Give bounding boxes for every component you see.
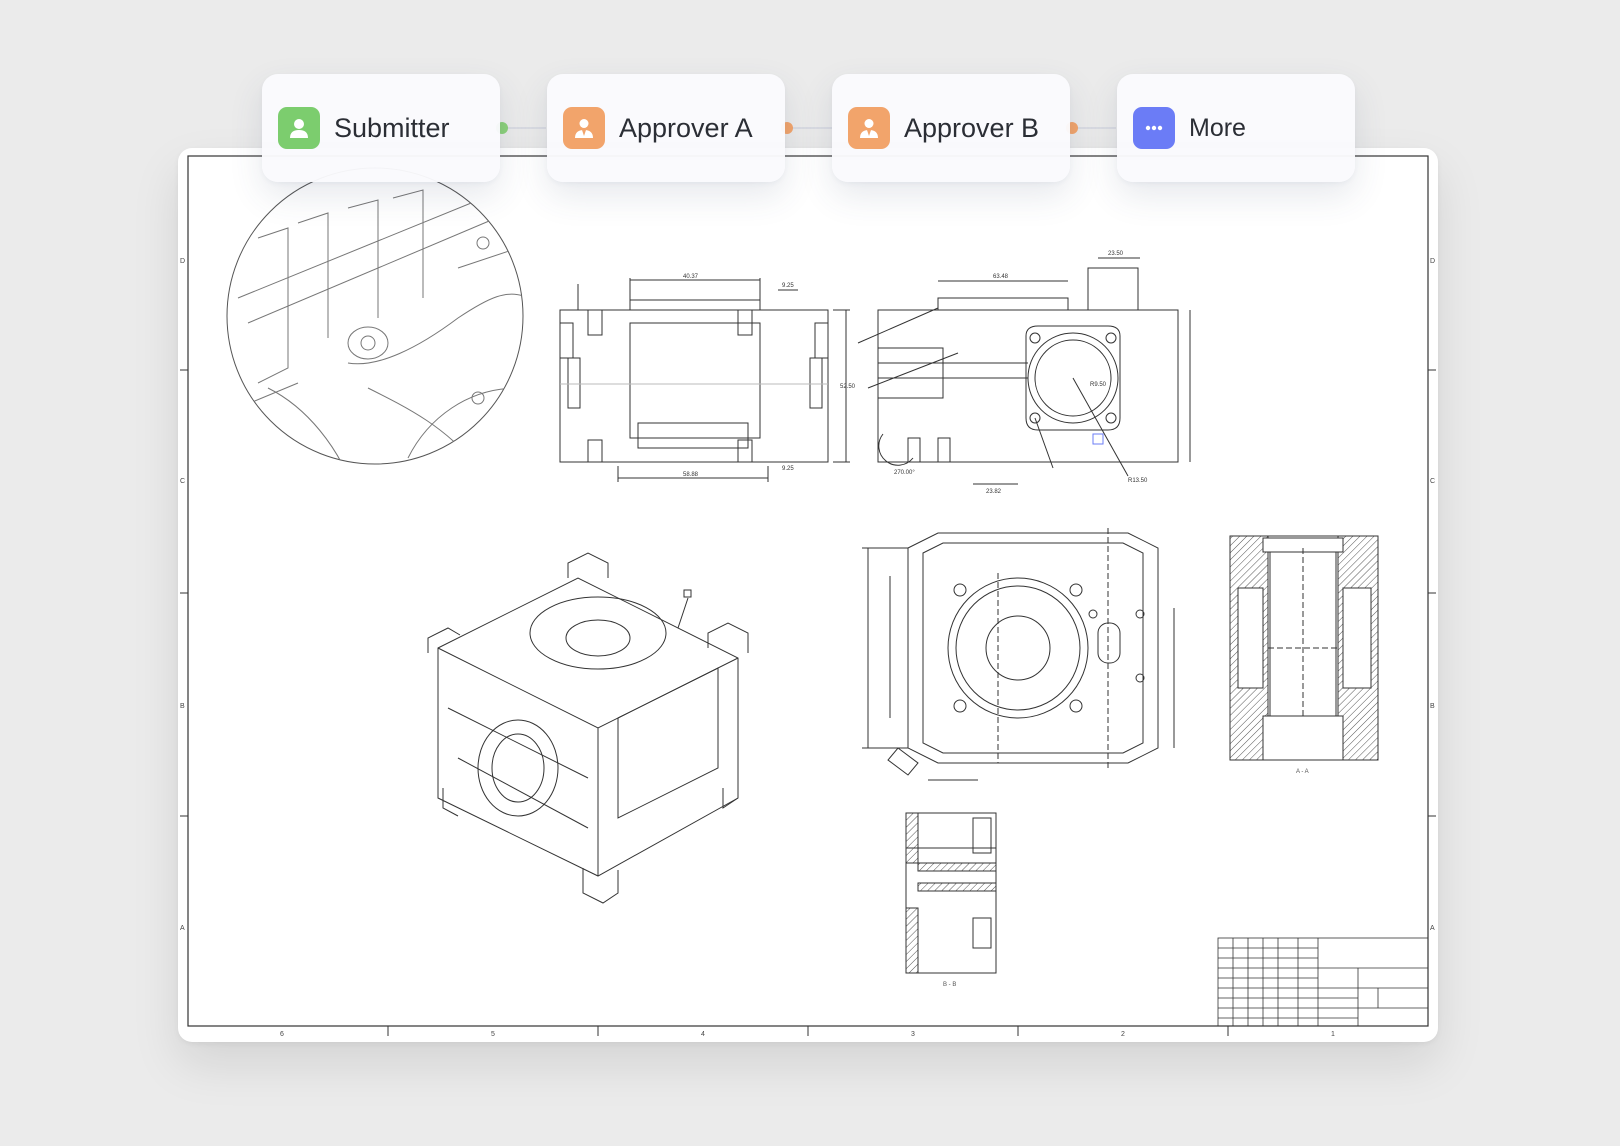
detail-view-circle xyxy=(226,167,524,465)
col-label: 6 xyxy=(280,1031,284,1038)
dimension-label: R13.50 xyxy=(1128,478,1148,484)
dimension-label: 9.25 xyxy=(782,466,794,472)
dimension-label: 23.82 xyxy=(986,489,1002,495)
step-card-submitter[interactable]: Submitter xyxy=(262,74,500,182)
title-block xyxy=(1217,937,1429,1027)
side-view xyxy=(857,257,1191,485)
dimension-label: 63.48 xyxy=(993,274,1009,280)
col-label: 4 xyxy=(701,1031,705,1038)
section-view-b xyxy=(905,812,997,974)
section-label: A - A xyxy=(1296,769,1309,775)
dimension-label: 270.00° xyxy=(894,470,915,476)
dimension-label: 52.50 xyxy=(840,384,856,390)
section-label: B - B xyxy=(943,982,956,988)
row-label: A xyxy=(180,925,185,932)
drawing-sheet: D C B A D C B A 6 5 4 3 2 1 40.37 9.25 5… xyxy=(178,148,1438,1042)
approver-icon xyxy=(563,107,605,149)
dimension-label: 58.88 xyxy=(683,472,699,478)
dimension-label: 40.37 xyxy=(683,274,699,280)
dimension-label: R9.50 xyxy=(1090,382,1107,388)
row-label: B xyxy=(180,703,185,710)
technical-drawing: D C B A D C B A 6 5 4 3 2 1 40.37 9.25 5… xyxy=(180,155,1436,1038)
section-view-a xyxy=(1229,535,1379,761)
plan-view xyxy=(862,528,1175,781)
dimension-label: 23.50 xyxy=(1108,251,1124,257)
col-label: 2 xyxy=(1121,1031,1125,1038)
step-card-approver-a[interactable]: Approver A xyxy=(547,74,785,182)
row-label: C xyxy=(1430,478,1435,485)
row-label: D xyxy=(1430,258,1435,265)
row-label: B xyxy=(1430,703,1435,710)
user-icon xyxy=(278,107,320,149)
more-icon xyxy=(1133,107,1175,149)
front-view xyxy=(559,278,850,482)
row-label: C xyxy=(180,478,185,485)
step-label: Approver A xyxy=(619,112,753,143)
dimension-label: 9.25 xyxy=(782,283,794,289)
col-label: 5 xyxy=(491,1031,495,1038)
step-card-approver-b[interactable]: Approver B xyxy=(832,74,1070,182)
isometric-view xyxy=(427,552,749,904)
step-card-more[interactable]: More xyxy=(1117,74,1355,182)
row-label: A xyxy=(1430,925,1435,932)
step-label: More xyxy=(1189,113,1246,142)
col-label: 1 xyxy=(1331,1031,1335,1038)
step-label: Submitter xyxy=(334,112,450,143)
approver-icon xyxy=(848,107,890,149)
step-label: Approver B xyxy=(904,112,1040,143)
row-label: D xyxy=(180,258,185,265)
col-label: 3 xyxy=(911,1031,915,1038)
